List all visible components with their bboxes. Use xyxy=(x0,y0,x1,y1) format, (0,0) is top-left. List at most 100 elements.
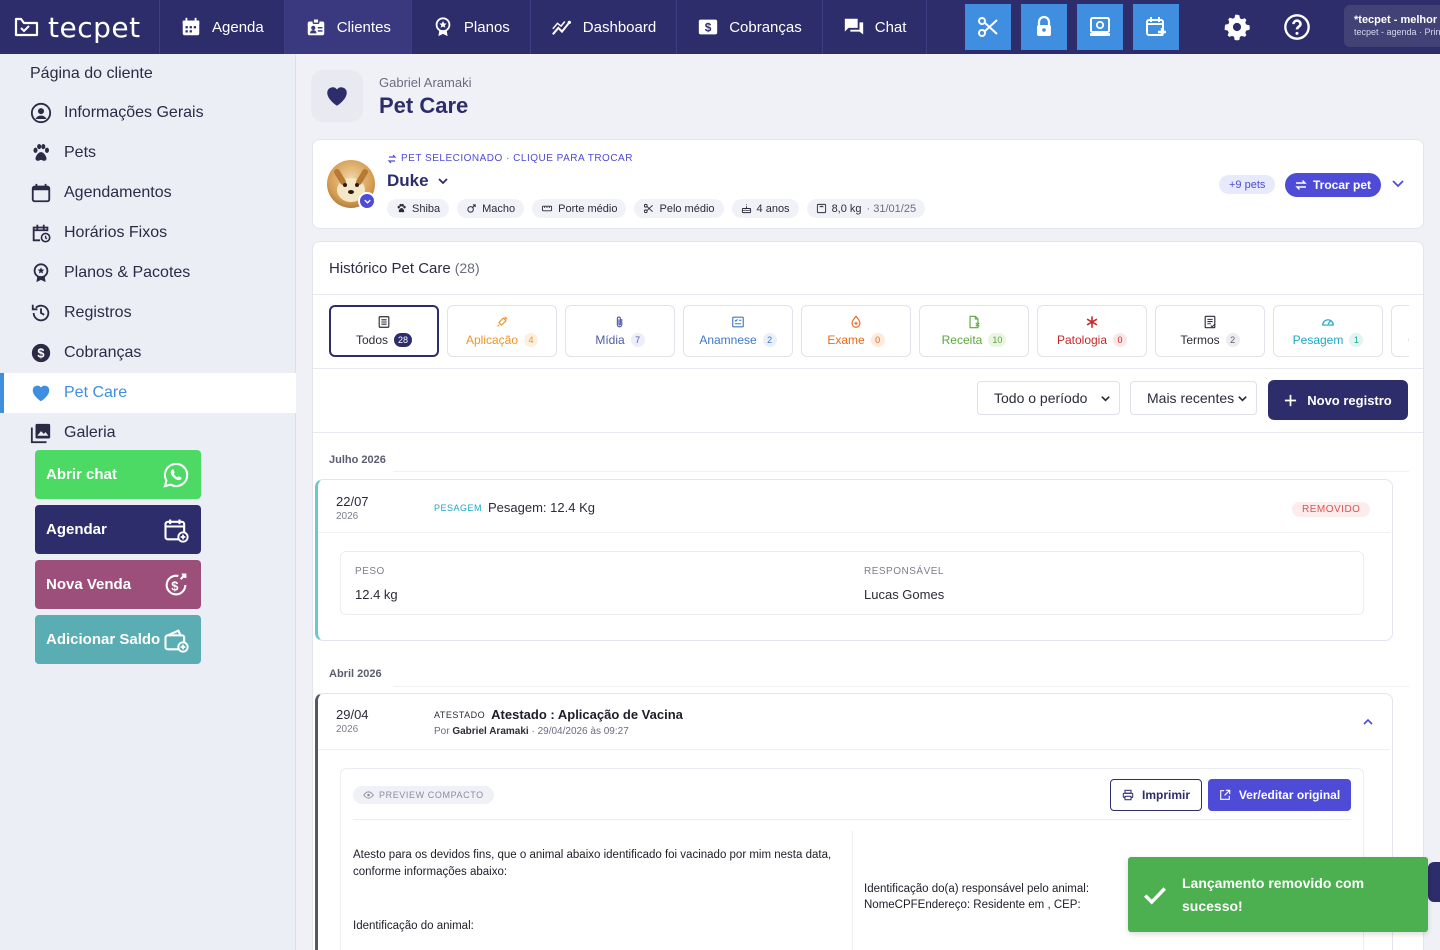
gauge-icon xyxy=(1322,319,1334,326)
tab-exame[interactable]: Exame 0 xyxy=(801,305,911,357)
pet-chip-date: · 31/01/25 xyxy=(866,202,917,215)
open-chat-button[interactable]: Abrir chat xyxy=(35,450,201,499)
tab-more[interactable]: Gr xyxy=(1391,305,1409,357)
sidebar-item-galeria[interactable]: Galeria xyxy=(0,413,296,453)
add-balance-button[interactable]: Adicionar Saldo xyxy=(35,615,201,664)
pet-chip-age: 4 anos xyxy=(731,199,799,218)
nav-label: Chat xyxy=(874,18,907,36)
pet-name-dropdown[interactable]: Duke xyxy=(387,171,449,191)
ruler-icon xyxy=(542,205,553,212)
new-sale-button[interactable]: Nova Venda $ xyxy=(35,560,201,609)
tool-cashier-button[interactable] xyxy=(1077,4,1124,50)
brand-logo[interactable]: tecpet xyxy=(0,0,160,54)
more-pets-badge[interactable]: +9 pets xyxy=(1219,175,1276,194)
record-author-name: Gabriel Aramaki xyxy=(452,726,529,737)
record-author-prefix: Por xyxy=(434,726,453,737)
sidebar-item-pet-care[interactable]: Pet Care xyxy=(0,373,296,413)
tabs-divider xyxy=(313,368,1423,369)
account-switcher[interactable]: *tecpet - melhor s tecpet - agenda · Pri… xyxy=(1344,5,1440,47)
pet-chip-text: Porte médio xyxy=(558,202,618,215)
dollar-circle-icon: $ xyxy=(31,343,51,363)
doc-paragraph: NomeCPFEndereço: Residente em , CEP: xyxy=(864,899,1081,911)
sidebar-item-label: Pets xyxy=(64,144,97,161)
nav-label: Cobranças xyxy=(729,18,802,36)
field-weight: PESO 12.4 kg xyxy=(355,566,398,602)
tool-lock-button[interactable] xyxy=(1021,4,1068,50)
month-header: Julho 2026 xyxy=(329,454,386,466)
settings-button[interactable] xyxy=(1207,0,1267,54)
sidebar-item-informacoes[interactable]: Informações Gerais xyxy=(0,93,296,133)
record-type: ATESTADO xyxy=(434,709,486,720)
list-icon xyxy=(378,316,390,328)
filters-divider xyxy=(313,432,1423,433)
tab-termos[interactable]: Termos 2 xyxy=(1155,305,1265,357)
field-value: Lucas Gomes xyxy=(864,587,945,602)
pet-chip-coat: Pelo médio xyxy=(634,199,724,218)
nav-chat[interactable]: Chat xyxy=(823,0,928,54)
swap-icon xyxy=(1295,180,1307,190)
edit-original-button[interactable]: Ver/editar original xyxy=(1208,779,1351,811)
period-select[interactable]: Todo o período xyxy=(977,381,1120,415)
quick-action-label: Nova Venda xyxy=(46,576,132,593)
schedule-button[interactable]: Agendar xyxy=(35,505,201,554)
selected-pet-card[interactable]: PET SELECIONADO · CLIQUE PARA TROCAR Duk… xyxy=(312,139,1424,229)
record-entry-pesagem[interactable]: 22/07 2026 PESAGEM Pesagem: 12.4 Kg REMO… xyxy=(315,479,1393,641)
tab-aplicacao[interactable]: Aplicação 4 xyxy=(447,305,557,357)
tab-count: 2 xyxy=(1225,333,1240,347)
tab-count: 7 xyxy=(630,333,645,347)
sidebar-item-pets[interactable]: Pets xyxy=(0,133,296,173)
new-record-button[interactable]: Novo registro xyxy=(1268,380,1408,420)
tab-patologia[interactable]: Patologia 0 xyxy=(1037,305,1147,357)
tab-receita[interactable]: Receita 10 xyxy=(919,305,1029,357)
scale-icon xyxy=(816,203,826,214)
collapse-record-button[interactable] xyxy=(1362,716,1374,728)
tab-midia[interactable]: Mídia 7 xyxy=(565,305,675,357)
history-icon xyxy=(31,304,50,322)
nav-agenda[interactable]: Agenda xyxy=(160,0,285,54)
svg-text:$: $ xyxy=(171,578,178,593)
nav-planos[interactable]: Planos xyxy=(412,0,531,54)
record-title: Atestado : Aplicação de Vacina xyxy=(491,707,683,722)
sidebar-item-cobrancas[interactable]: $ Cobranças xyxy=(0,333,296,373)
chevron-down-icon xyxy=(363,199,371,204)
sidebar-item-horarios-fixos[interactable]: Horários Fixos xyxy=(0,213,296,253)
sidebar-item-planos-pacotes[interactable]: Planos & Pacotes xyxy=(0,253,296,293)
sidebar-item-registros[interactable]: Registros xyxy=(0,293,296,333)
edit-original-label: Ver/editar original xyxy=(1238,788,1341,802)
asterisk-icon xyxy=(1086,316,1098,328)
expand-pet-button[interactable] xyxy=(1391,176,1405,190)
history-title-text: Histórico Pet Care xyxy=(329,260,451,277)
tab-pesagem[interactable]: Pesagem 1 xyxy=(1273,305,1383,357)
calendar-add-icon xyxy=(164,519,189,543)
tab-anamnese[interactable]: Anamnese 2 xyxy=(683,305,793,357)
tool-grooming-button[interactable] xyxy=(965,4,1012,50)
nav-clientes[interactable]: Clientes xyxy=(284,0,412,54)
wallet-icon xyxy=(164,628,189,653)
month-divider xyxy=(393,471,1409,472)
preview-column-divider xyxy=(852,831,853,950)
swap-pet-button[interactable]: Trocar pet xyxy=(1285,173,1382,197)
swap-icon xyxy=(387,154,397,163)
tool-schedule-button[interactable] xyxy=(1133,4,1180,50)
pet-selected-hint[interactable]: PET SELECIONADO · CLIQUE PARA TROCAR xyxy=(387,153,633,164)
tab-todos[interactable]: Todos 28 xyxy=(329,305,439,357)
order-select[interactable]: Mais recentes xyxy=(1130,381,1257,415)
help-button[interactable] xyxy=(1267,0,1327,54)
success-toast[interactable]: Lançamento removido com sucesso! xyxy=(1128,857,1428,932)
print-button[interactable]: Imprimir xyxy=(1110,779,1202,811)
calendar-clock-icon xyxy=(32,224,51,243)
record-type: PESAGEM xyxy=(434,502,483,513)
chevron-up-icon xyxy=(1363,718,1373,725)
avatar-switch-badge[interactable] xyxy=(358,192,376,210)
record-day: 22/07 xyxy=(336,494,369,509)
floating-help-tab[interactable] xyxy=(1428,862,1440,902)
sidebar-item-agendamentos[interactable]: Agendamentos xyxy=(0,173,296,213)
record-date: 29/04 2026 xyxy=(336,707,369,735)
print-label: Imprimir xyxy=(1141,788,1190,802)
nav-dashboard[interactable]: Dashboard xyxy=(531,0,678,54)
nav-cobrancas[interactable]: $ Cobranças xyxy=(677,0,823,54)
nav-label: Dashboard xyxy=(582,18,657,36)
doc-paragraph: conforme informações abaixo: xyxy=(353,866,508,878)
drop-icon xyxy=(851,315,861,328)
field-label: RESPONSÁVEL xyxy=(864,566,944,577)
